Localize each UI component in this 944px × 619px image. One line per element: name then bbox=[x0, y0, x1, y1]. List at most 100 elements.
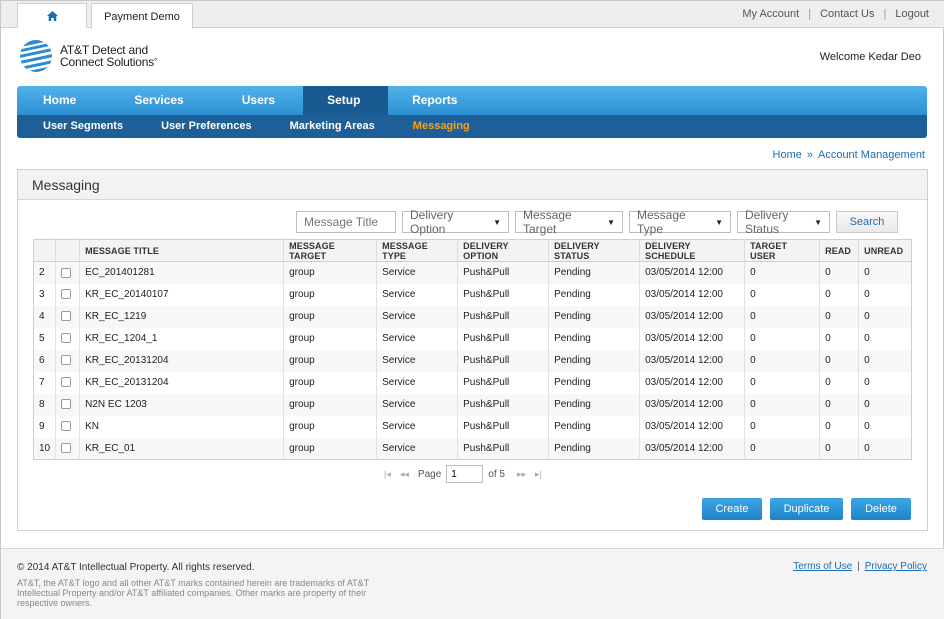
col-header-delivery-schedule[interactable]: DELIVERY SCHEDULE bbox=[639, 239, 746, 262]
cell-delivery-status: Pending bbox=[548, 305, 641, 328]
messaging-panel: Messaging Delivery Option ▼ Message Targe… bbox=[17, 169, 928, 531]
logout-link[interactable]: Logout bbox=[895, 8, 929, 20]
table-row[interactable]: 9 KN group Service Push&Pull Pending 03/05/201… bbox=[33, 415, 912, 438]
table-row[interactable]: 3 KR_EC_20140107 group Service Push&Pull Pend… bbox=[33, 283, 912, 306]
cell-read: 0 bbox=[819, 371, 860, 394]
message-target-select[interactable]: Message Target ▼ bbox=[515, 208, 623, 236]
nav-services[interactable]: Services bbox=[102, 86, 215, 115]
cell-target-user: 0 bbox=[744, 415, 821, 438]
table-row[interactable]: 10 KR_EC_01 group Service Push&Pull Pending 03… bbox=[33, 437, 912, 460]
col-header-read[interactable]: READ bbox=[819, 239, 860, 262]
cell-read: 0 bbox=[819, 415, 860, 438]
cell-delivery-status: Pending bbox=[548, 327, 641, 350]
cell-message-title: KR_EC_01 bbox=[79, 437, 285, 460]
row-checkbox[interactable] bbox=[61, 333, 72, 344]
duplicate-button[interactable]: Duplicate bbox=[770, 498, 843, 520]
cell-delivery-status: Pending bbox=[548, 415, 641, 438]
cell-message-target: group bbox=[283, 327, 378, 350]
col-header-delivery-option[interactable]: DELIVERY OPTION bbox=[457, 239, 550, 262]
row-checkbox[interactable] bbox=[61, 443, 72, 454]
row-checkbox[interactable] bbox=[61, 311, 72, 322]
cell-delivery-status: Pending bbox=[548, 393, 641, 416]
row-checkbox[interactable] bbox=[61, 289, 72, 300]
page-label: Page bbox=[417, 468, 442, 480]
cell-target-user: 0 bbox=[744, 349, 821, 372]
nav-reports[interactable]: Reports bbox=[388, 86, 481, 115]
caret-down-icon: ▼ bbox=[607, 217, 615, 227]
col-header-message-title[interactable]: MESSAGE TITLE bbox=[79, 239, 285, 262]
cell-target-user: 0 bbox=[744, 283, 821, 306]
nav-setup[interactable]: Setup bbox=[303, 86, 389, 115]
search-button[interactable]: Search bbox=[836, 211, 898, 233]
message-type-select[interactable]: Message Type ▼ bbox=[629, 208, 731, 236]
nav-users[interactable]: Users bbox=[216, 86, 303, 115]
subnav-messaging[interactable]: Messaging bbox=[413, 115, 470, 138]
row-checkbox[interactable] bbox=[61, 377, 72, 388]
cell-index: 7 bbox=[33, 371, 57, 394]
cell-message-type: Service bbox=[376, 415, 459, 438]
page-count: of 5 bbox=[488, 468, 505, 480]
cell-message-target: group bbox=[283, 283, 378, 306]
terms-of-use-link[interactable]: Terms of Use bbox=[793, 561, 852, 572]
delivery-status-select[interactable]: Delivery Status ▼ bbox=[737, 208, 830, 236]
row-select-cell bbox=[55, 415, 81, 438]
delete-button[interactable]: Delete bbox=[851, 498, 911, 520]
col-header-delivery-status[interactable]: DELIVERY STATUS bbox=[548, 239, 641, 262]
cell-read: 0 bbox=[819, 261, 860, 284]
col-header-message-target[interactable]: MESSAGE TARGET bbox=[283, 239, 378, 262]
row-select-cell bbox=[55, 261, 81, 284]
cell-delivery-schedule: 03/05/2014 12:00 bbox=[639, 305, 746, 328]
page-number-input[interactable] bbox=[446, 465, 484, 483]
main-navigation: Home Services Users Setup Reports User S… bbox=[17, 86, 927, 138]
cell-message-type: Service bbox=[376, 349, 459, 372]
delivery-option-select[interactable]: Delivery Option ▼ bbox=[402, 208, 509, 236]
cell-delivery-option: Push&Pull bbox=[457, 393, 550, 416]
row-select-cell bbox=[55, 283, 81, 306]
privacy-policy-link[interactable]: Privacy Policy bbox=[865, 561, 927, 572]
cell-message-type: Service bbox=[376, 437, 459, 460]
cell-read: 0 bbox=[819, 393, 860, 416]
cell-message-type: Service bbox=[376, 393, 459, 416]
table-row[interactable]: 5 KR_EC_1204_1 group Service Push&Pull Pendin… bbox=[33, 327, 912, 350]
home-tab[interactable] bbox=[17, 3, 87, 28]
table-row[interactable]: 2 EC_201401281 group Service Push&Pull Pendin… bbox=[33, 261, 912, 284]
cell-read: 0 bbox=[819, 349, 860, 372]
welcome-text: Welcome Kedar Deo bbox=[819, 51, 921, 63]
first-page-icon[interactable]: |◂ bbox=[384, 469, 391, 480]
subnav-user-segments[interactable]: User Segments bbox=[43, 115, 123, 138]
next-page-icon[interactable]: ▸▸ bbox=[517, 469, 526, 480]
row-checkbox[interactable] bbox=[61, 267, 72, 278]
my-account-link[interactable]: My Account bbox=[742, 8, 799, 20]
footer-links: Terms of Use | Privacy Policy bbox=[793, 561, 927, 572]
row-checkbox[interactable] bbox=[61, 355, 72, 366]
col-header-unread[interactable]: UNREAD bbox=[858, 239, 912, 262]
cell-index: 2 bbox=[33, 261, 57, 284]
delivery-status-value: Delivery Status bbox=[745, 208, 789, 236]
subnav-marketing-areas[interactable]: Marketing Areas bbox=[290, 115, 375, 138]
table-row[interactable]: 6 KR_EC_20131204 group Service Push&Pull Pend… bbox=[33, 349, 912, 372]
row-checkbox[interactable] bbox=[61, 421, 72, 432]
table-row[interactable]: 4 KR_EC_1219 group Service Push&Pull Pending 0… bbox=[33, 305, 912, 328]
col-header-target-user[interactable]: TARGET USER bbox=[744, 239, 821, 262]
cell-message-title: N2N EC 1203 bbox=[79, 393, 285, 416]
last-page-icon[interactable]: ▸| bbox=[535, 469, 542, 480]
col-header-message-type[interactable]: MESSAGE TYPE bbox=[376, 239, 459, 262]
cell-delivery-schedule: 03/05/2014 12:00 bbox=[639, 393, 746, 416]
app-tab[interactable]: Payment Demo bbox=[91, 3, 193, 29]
nav-home[interactable]: Home bbox=[17, 86, 102, 115]
cell-read: 0 bbox=[819, 437, 860, 460]
brand-logo[interactable]: AT&T Detect and Connect Solutions° bbox=[19, 39, 157, 73]
row-checkbox[interactable] bbox=[61, 399, 72, 410]
create-button[interactable]: Create bbox=[702, 498, 762, 520]
table-row[interactable]: 7 KR_EC_20131204 group Service Push&Pull Pend… bbox=[33, 371, 912, 394]
cell-index: 3 bbox=[33, 283, 57, 306]
breadcrumb-home[interactable]: Home bbox=[773, 149, 802, 161]
subnav-user-preferences[interactable]: User Preferences bbox=[161, 115, 252, 138]
prev-page-icon[interactable]: ◂◂ bbox=[400, 469, 409, 480]
table-row[interactable]: 8 N2N EC 1203 group Service Push&Pull Pending… bbox=[33, 393, 912, 416]
contact-us-link[interactable]: Contact Us bbox=[820, 8, 874, 20]
col-header-select bbox=[55, 239, 81, 262]
message-title-input[interactable] bbox=[296, 211, 396, 233]
cell-index: 9 bbox=[33, 415, 57, 438]
breadcrumb-current[interactable]: Account Management bbox=[818, 149, 925, 161]
